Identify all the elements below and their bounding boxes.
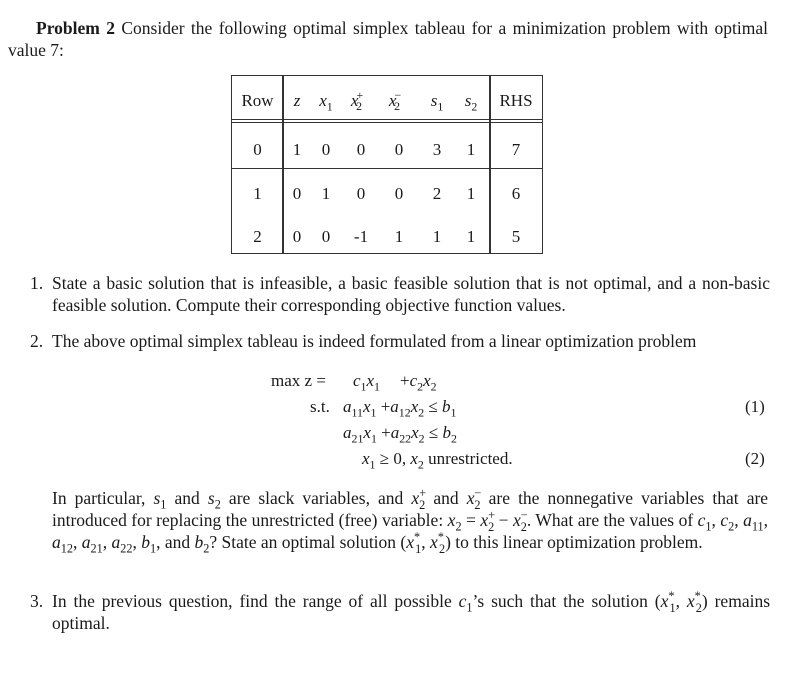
question-number: 1.	[30, 273, 44, 293]
tableau-cell: 1	[466, 184, 476, 203]
tableau-cell: 0	[292, 227, 302, 246]
tableau-header-row: Row	[241, 91, 274, 110]
tableau-cell: 1	[466, 140, 476, 159]
objective-expression: +c2x2	[400, 371, 437, 394]
tableau-divider	[231, 122, 543, 124]
document-page: Problem 2 Consider the following optimal…	[0, 0, 795, 676]
tableau-row-label: 0	[253, 140, 262, 159]
tableau-header-x1: x1	[319, 91, 333, 114]
question-text: In the previous question, find the range…	[52, 589, 771, 633]
tableau-header-s1: s1	[430, 91, 444, 114]
tableau-cell: 0	[292, 184, 302, 203]
tableau-cell: 0	[356, 140, 366, 159]
tableau-cell: 1	[292, 140, 302, 159]
tableau-divider	[231, 168, 543, 170]
tableau-cell: 0	[321, 227, 331, 246]
tableau-rhs: 7	[511, 140, 521, 159]
tableau-header-x2-minus: x−2	[388, 88, 402, 114]
objective-prefix: max z =	[271, 371, 326, 390]
problem-intro: Problem 2 Consider the following optimal…	[8, 17, 768, 61]
tableau-header-z: z	[293, 91, 301, 110]
question-2-paragraph: In particular, s1 and s2 are slack varia…	[52, 486, 769, 556]
tableau-row-label: 2	[253, 227, 262, 246]
constraint-2: a21x1 +a22x2 ≤ b2	[343, 423, 457, 446]
question-text: The above optimal simplex tableau is ind…	[52, 331, 697, 351]
subject-to-label: s.t.	[310, 397, 330, 416]
tableau-cell: 1	[321, 184, 331, 203]
equation-number: (2)	[745, 449, 765, 468]
tableau-cell: 2	[432, 184, 442, 203]
tableau-cell: 0	[394, 184, 404, 203]
question-1: 1. State a basic solution that is infeas…	[30, 272, 770, 316]
question-2: 2. The above optimal simplex tableau is …	[30, 330, 770, 352]
tableau-row-label: 1	[253, 184, 262, 203]
tableau-cell: 3	[432, 140, 442, 159]
problem-intro-text: Consider the following optimal simplex t…	[8, 18, 768, 60]
problem-label: Problem 2	[36, 18, 115, 38]
tableau-cell: 1	[466, 227, 476, 246]
sign-constraints: x1 ≥ 0, x2 unrestricted.	[362, 449, 513, 472]
question-number: 2.	[30, 331, 44, 351]
tableau-header-x2-plus: x+2	[350, 88, 364, 114]
tableau-cell: 0	[356, 184, 366, 203]
tableau-cell: 0	[321, 140, 331, 159]
tableau-cell: -1	[353, 227, 369, 246]
constraint-1: a11x1 +a12x2 ≤ b1	[343, 397, 457, 420]
tableau-rhs: 5	[511, 227, 521, 246]
tableau-cell: 0	[394, 140, 404, 159]
tableau-rhs: 6	[511, 184, 521, 203]
tableau-cell: 1	[394, 227, 404, 246]
tableau-header-rhs: RHS	[499, 91, 533, 110]
objective-expression: c1x1	[353, 371, 380, 394]
tableau-divider	[231, 119, 543, 121]
tableau-header-s2: s2	[464, 91, 478, 114]
question-number: 3.	[30, 591, 44, 611]
equation-number: (1)	[745, 397, 765, 416]
question-text: State a basic solution that is infeasibl…	[52, 273, 770, 315]
tableau-divider	[282, 75, 284, 254]
tableau-cell: 1	[432, 227, 442, 246]
question-3: 3. In the previous question, find the ra…	[30, 590, 770, 634]
